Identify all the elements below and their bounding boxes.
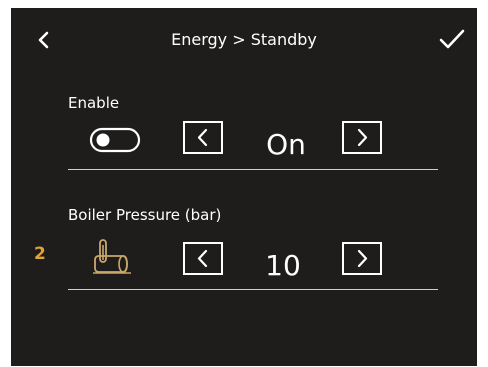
chevron-right-icon (357, 249, 368, 268)
confirm-button[interactable] (436, 25, 468, 53)
pressure-increment-button[interactable] (342, 242, 382, 275)
enable-label: Enable (68, 94, 120, 112)
chevron-left-icon (197, 128, 208, 147)
page-title: Energy > Standby (171, 30, 317, 49)
enable-increment-button[interactable] (342, 121, 382, 154)
checkmark-icon (439, 29, 465, 49)
row-index-badge: 2 (34, 244, 46, 264)
pressure-decrement-button[interactable] (183, 242, 223, 275)
row-divider (68, 169, 438, 170)
chevron-right-icon (357, 128, 368, 147)
boiler-icon (93, 239, 131, 274)
pressure-value: 10 (265, 249, 301, 282)
row-divider (68, 289, 438, 290)
enable-decrement-button[interactable] (183, 121, 223, 154)
chevron-left-icon (197, 249, 208, 268)
boiler-pressure-label: Boiler Pressure (bar) (68, 206, 222, 224)
toggle-switch[interactable] (89, 126, 143, 160)
enable-value: On (266, 128, 306, 161)
boiler-icon-container (91, 238, 135, 278)
standby-settings-screen: Energy > Standby Enable On Boiler Pressu… (11, 8, 477, 366)
toggle-icon (89, 127, 141, 153)
